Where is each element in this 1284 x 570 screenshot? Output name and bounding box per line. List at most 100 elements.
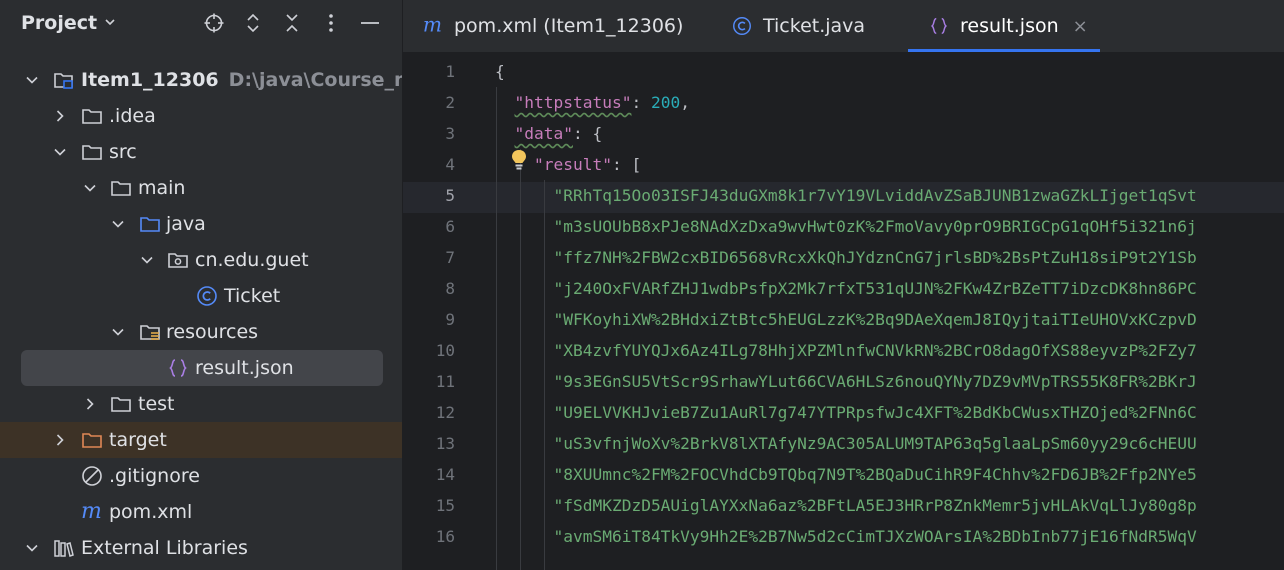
line-number: 14 <box>435 465 455 484</box>
svg-text:m: m <box>423 15 442 37</box>
line-number: 10 <box>435 341 455 360</box>
chevron-down-icon[interactable] <box>24 72 40 88</box>
line-number: 9 <box>445 310 455 329</box>
json-string-line: "avmSM6iT84TkVy9Hh2E%2B7Nw5d2cCimTJXzWOA… <box>495 521 1197 552</box>
json-string: "m3sUOUbB8xPJe8NAdXzDxa9wvHwt0zK%2FmoVav… <box>553 217 1197 236</box>
json-string-line: "RRhTq15Oo03ISFJ43duGXm8k1r7vY19VLviddAv… <box>495 180 1197 211</box>
json-string-line: "9s3EGnSU5VtScr9SrhawYLut66CVA6HLSz6nouQ… <box>495 366 1197 397</box>
tree-item-ticket[interactable]: Ticket <box>0 278 402 314</box>
tree-item-test[interactable]: test <box>0 386 402 422</box>
tree-item-label: test <box>138 393 175 415</box>
chevron-down-icon[interactable] <box>52 144 68 160</box>
project-panel-header: Project <box>0 0 402 48</box>
chevron-right-icon[interactable] <box>82 396 98 412</box>
json-string-line: "fSdMKZDzD5AUiglAYXxNa6az%2BFtLA5EJ3HRrP… <box>495 490 1196 521</box>
json-string: "WFKoyhiXW%2BHdxiZtBtc5hEUGLzzK%2Bq9DAeX… <box>553 310 1197 329</box>
tab-label: pom.xml (Item1_12306) <box>454 15 684 37</box>
locate-icon[interactable] <box>201 10 227 36</box>
minimize-icon[interactable] <box>357 10 383 36</box>
chevron-down-icon[interactable] <box>110 216 126 232</box>
tab-result-json[interactable]: result.json × <box>927 0 1088 52</box>
folder-icon <box>109 392 133 416</box>
line-number: 4 <box>445 155 455 174</box>
json-icon <box>166 356 190 380</box>
class-icon <box>195 284 219 308</box>
json-string-line: "WFKoyhiXW%2BHdxiZtBtc5hEUGLzzK%2Bq9DAeX… <box>495 304 1197 335</box>
folder-icon <box>80 140 104 164</box>
tree-item-resources[interactable]: resources <box>0 314 402 350</box>
tree-item-pom[interactable]: m pom.xml <box>0 494 402 530</box>
line-number: 16 <box>435 527 455 546</box>
tree-item-result-json[interactable]: result.json <box>21 350 383 386</box>
tree-item-label: Ticket <box>224 285 281 307</box>
code-editor[interactable]: 1 2 3 4 5 6 7 8 9 10 11 12 13 14 15 16 {… <box>403 52 1284 570</box>
json-string-line: "8XUUmnc%2FM%2FOCVhdCb9TQbq7N9T%2BQaDuCi… <box>495 459 1196 490</box>
package-icon <box>166 248 190 272</box>
json-string: "9s3EGnSU5VtScr9SrhawYLut66CVA6HLSz6nouQ… <box>553 372 1197 391</box>
folder-icon <box>109 176 133 200</box>
tree-item-label: resources <box>166 321 259 343</box>
code-line-4: "result": [ <box>495 149 641 180</box>
tree-item-label: External Libraries <box>81 537 248 559</box>
tree-item-label: main <box>138 177 186 199</box>
chevron-down-icon[interactable] <box>24 540 40 556</box>
close-icon[interactable]: × <box>1073 16 1088 37</box>
chevron-down-icon[interactable] <box>82 180 98 196</box>
code-token: : [ <box>611 155 642 174</box>
line-number: 2 <box>445 93 455 112</box>
tab-ticket-java[interactable]: Ticket.java <box>730 0 865 52</box>
tab-pom-xml[interactable]: m pom.xml (Item1_12306) <box>421 0 684 52</box>
source-folder-icon <box>138 212 162 236</box>
tree-item-label: pom.xml <box>109 501 193 523</box>
svg-text:m: m <box>81 500 102 524</box>
line-number: 1 <box>445 62 455 81</box>
json-string-line: "j240OxFVARfZHJ1wdbPsfpX2Mk7rfxT531qUJN%… <box>495 273 1196 304</box>
project-view-selector[interactable]: Project <box>21 12 117 34</box>
project-panel: Project Item1_12306 D:\java\Course_note <box>0 0 402 570</box>
tree-item-label: result.json <box>195 357 294 379</box>
tree-item-gitignore[interactable]: .gitignore <box>0 458 402 494</box>
folder-icon <box>80 104 104 128</box>
json-key: "data" <box>514 124 573 143</box>
more-icon[interactable] <box>318 10 344 36</box>
tree-item-package[interactable]: cn.edu.guet <box>0 242 402 278</box>
chevron-right-icon[interactable] <box>52 432 68 448</box>
json-string: "RRhTq15Oo03ISFJ43duGXm8k1r7vY19VLviddAv… <box>553 186 1197 205</box>
collapse-all-icon[interactable] <box>279 10 305 36</box>
tree-item-idea[interactable]: .idea <box>0 98 402 134</box>
tree-item-src[interactable]: src <box>0 134 402 170</box>
code-line-2: "httpstatus": 200, <box>495 87 690 118</box>
json-string: "uS3vfnjWoXv%2BrkV8lXTAfyNz9AC305ALUM9TA… <box>553 434 1197 453</box>
tree-item-label: .idea <box>109 105 156 127</box>
json-string-line: "m3sUOUbB8xPJe8NAdXzDxa9wvHwt0zK%2FmoVav… <box>495 211 1197 242</box>
tree-item-project-root[interactable]: Item1_12306 D:\java\Course_note <box>0 62 402 98</box>
tree-item-java[interactable]: java <box>0 206 402 242</box>
project-path: D:\java\Course_note <box>228 69 402 91</box>
code-token: { <box>495 62 505 81</box>
tree-item-label: java <box>166 213 206 235</box>
tree-item-label: .gitignore <box>109 465 200 487</box>
chevron-down-icon <box>103 15 117 33</box>
json-number: 200 <box>650 93 681 112</box>
chevron-down-icon[interactable] <box>139 252 155 268</box>
resources-folder-icon <box>138 320 162 344</box>
code-token: : { <box>572 124 603 143</box>
class-icon <box>730 14 754 38</box>
tree-item-target[interactable]: target <box>0 422 402 458</box>
line-number: 5 <box>445 186 455 205</box>
tree-item-label: src <box>109 141 137 163</box>
code-line-1: { <box>495 56 505 87</box>
tree-item-external-libraries[interactable]: External Libraries <box>0 530 402 566</box>
line-number: 6 <box>445 217 455 236</box>
tree-item-main[interactable]: main <box>0 170 402 206</box>
editor-tab-bar: m pom.xml (Item1_12306) Ticket.java resu… <box>403 0 1284 52</box>
chevron-right-icon[interactable] <box>52 108 68 124</box>
line-number: 3 <box>445 124 455 143</box>
tree-item-label: cn.edu.guet <box>195 249 309 271</box>
maven-icon: m <box>80 500 104 524</box>
json-string-line: "XB4zvfYUYQJx6Az4ILg78HhjXPZMlnfwCNVkRN%… <box>495 335 1196 366</box>
chevron-down-icon[interactable] <box>110 324 126 340</box>
expand-collapse-icon[interactable] <box>240 10 266 36</box>
json-string: "avmSM6iT84TkVy9Hh2E%2B7Nw5d2cCimTJXzWOA… <box>553 527 1197 546</box>
tree-item-label: Item1_12306 <box>81 69 219 91</box>
